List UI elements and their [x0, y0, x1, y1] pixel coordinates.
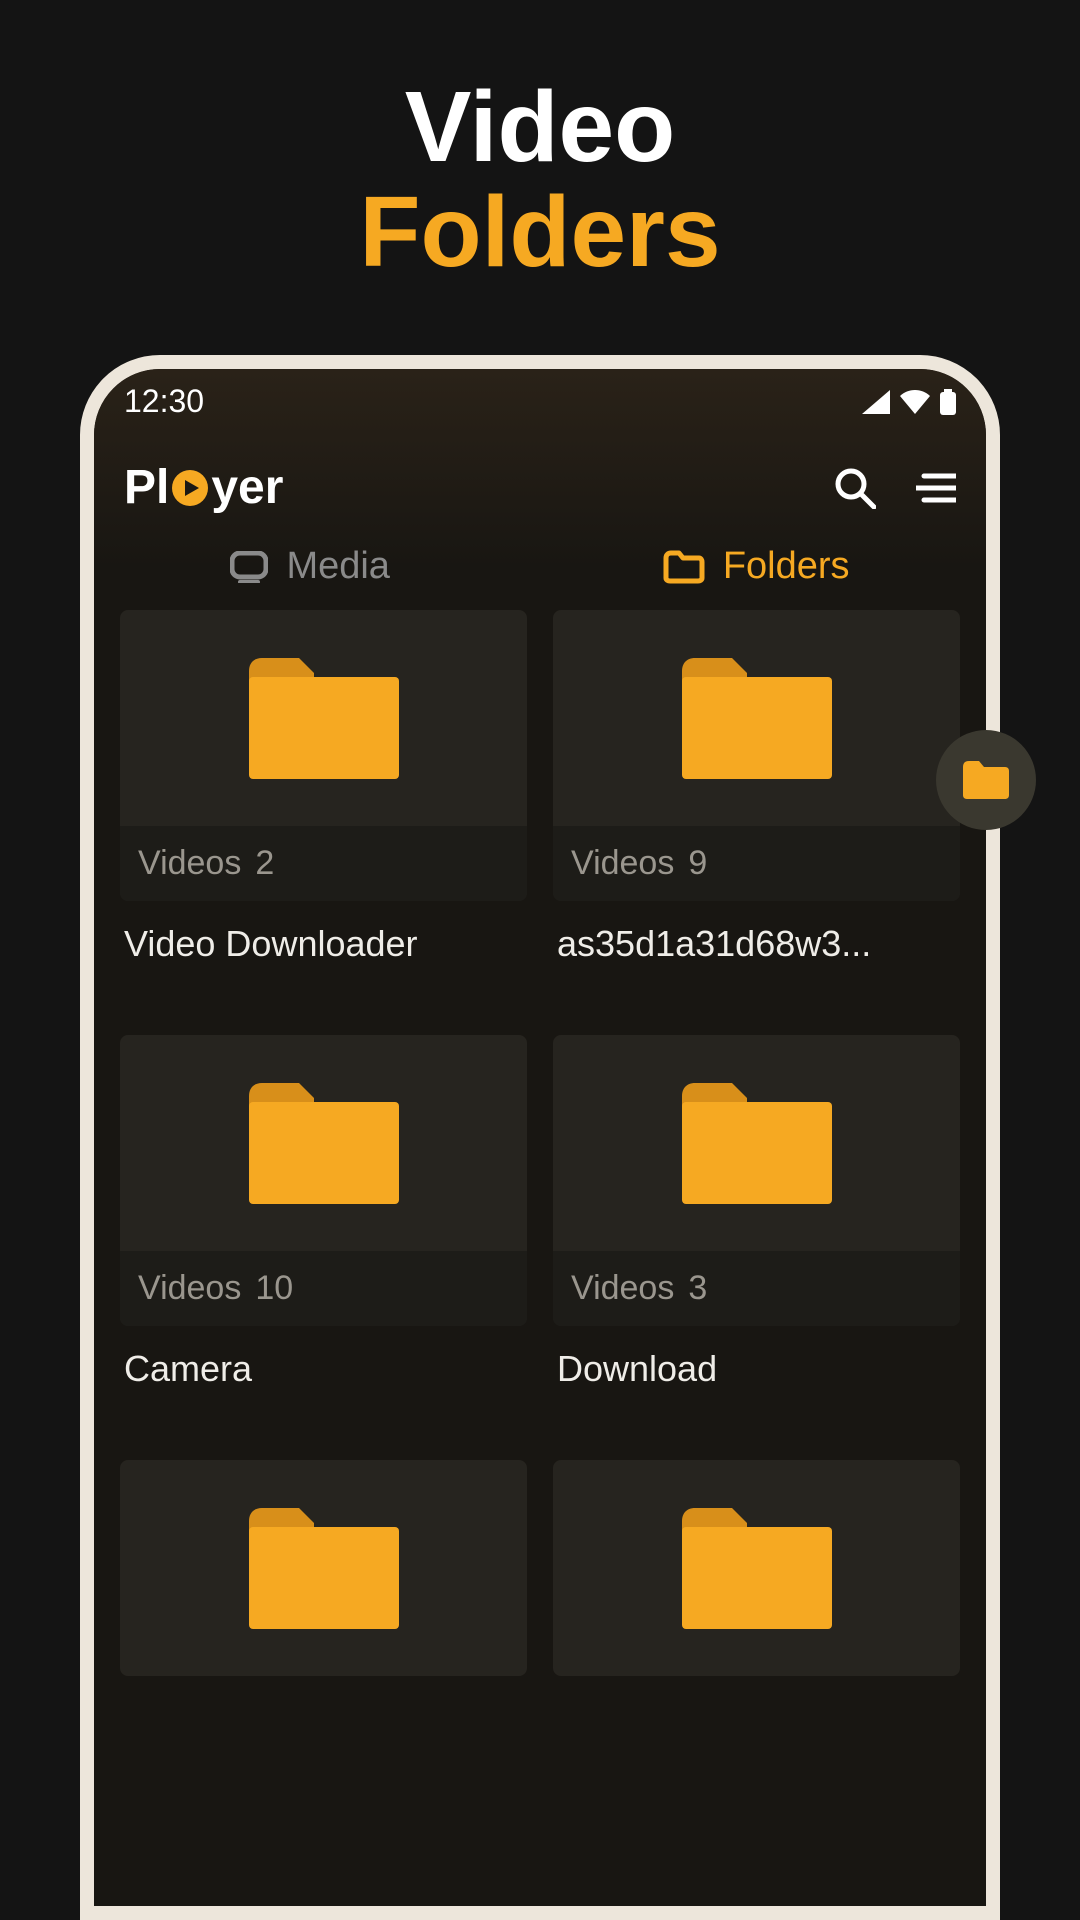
folder-card — [553, 1460, 960, 1676]
folder-icon — [677, 1503, 837, 1633]
folder-grid: Videos 2 Video Downloader Videos — [94, 610, 986, 1676]
folder-item[interactable] — [553, 1460, 960, 1676]
folder-card: Videos 9 — [553, 610, 960, 901]
phone-frame: 12:30 Pl yer — [80, 355, 1000, 1920]
folder-meta: Videos 3 — [553, 1251, 960, 1326]
folder-meta: Videos 10 — [120, 1251, 527, 1326]
folder-title: as35d1a31d68w3... — [553, 901, 960, 1009]
meta-label: Videos — [571, 844, 674, 883]
status-bar: 12:30 — [94, 369, 986, 430]
folder-item[interactable]: Videos 10 Camera — [120, 1035, 527, 1434]
promo-title: Video Folders — [0, 0, 1080, 285]
folder-count: 9 — [688, 844, 707, 883]
folder-meta: Videos 9 — [553, 826, 960, 901]
meta-label: Videos — [138, 844, 241, 883]
folder-thumbnail — [120, 610, 527, 826]
wifi-icon — [900, 390, 930, 414]
meta-label: Videos — [571, 1269, 674, 1308]
status-icons — [862, 389, 956, 415]
folder-thumbnail — [553, 610, 960, 826]
folder-title: Camera — [120, 1326, 527, 1434]
meta-label: Videos — [138, 1269, 241, 1308]
tab-folders[interactable]: Folders — [663, 545, 850, 588]
folder-icon — [677, 653, 837, 783]
promo-line-2: Folders — [0, 180, 1080, 285]
folder-icon — [677, 1078, 837, 1208]
logo-play-icon — [171, 469, 209, 507]
status-time: 12:30 — [124, 383, 204, 420]
logo-prefix: Pl — [124, 460, 169, 515]
folder-icon — [961, 759, 1011, 801]
folder-card: Videos 10 — [120, 1035, 527, 1326]
media-icon — [230, 551, 268, 583]
folder-card — [120, 1460, 527, 1676]
app-header: Pl yer — [94, 430, 986, 531]
logo-suffix: yer — [211, 460, 283, 515]
folder-title: Video Downloader — [120, 901, 527, 1009]
tab-media[interactable]: Media — [230, 545, 390, 588]
folder-icon — [244, 653, 404, 783]
folder-fab-button[interactable] — [936, 730, 1036, 830]
folder-item[interactable]: Videos 2 Video Downloader — [120, 610, 527, 1009]
folder-title: Download — [553, 1326, 960, 1434]
tabs: Media Folders — [94, 531, 986, 610]
phone-screen: 12:30 Pl yer — [94, 369, 986, 1906]
folder-card: Videos 3 — [553, 1035, 960, 1326]
folder-icon — [244, 1503, 404, 1633]
header-actions — [834, 467, 956, 509]
folder-icon — [244, 1078, 404, 1208]
folder-count: 3 — [688, 1269, 707, 1308]
folder-card: Videos 2 — [120, 610, 527, 901]
folder-thumbnail — [553, 1035, 960, 1251]
promo-line-1: Video — [0, 75, 1080, 180]
tab-folders-label: Folders — [723, 545, 850, 588]
folder-count: 2 — [255, 844, 274, 883]
menu-icon[interactable] — [916, 472, 956, 504]
folder-item[interactable]: Videos 9 as35d1a31d68w3... — [553, 610, 960, 1009]
battery-icon — [940, 389, 956, 415]
folder-item[interactable] — [120, 1460, 527, 1676]
folder-thumbnail — [120, 1460, 527, 1676]
folder-tab-icon — [663, 550, 705, 584]
folder-item[interactable]: Videos 3 Download — [553, 1035, 960, 1434]
folder-meta: Videos 2 — [120, 826, 527, 901]
folder-count: 10 — [255, 1269, 293, 1308]
tab-media-label: Media — [286, 545, 390, 588]
folder-thumbnail — [120, 1035, 527, 1251]
folder-thumbnail — [553, 1460, 960, 1676]
search-icon[interactable] — [834, 467, 876, 509]
app-logo: Pl yer — [124, 460, 283, 515]
cellular-icon — [862, 390, 890, 414]
